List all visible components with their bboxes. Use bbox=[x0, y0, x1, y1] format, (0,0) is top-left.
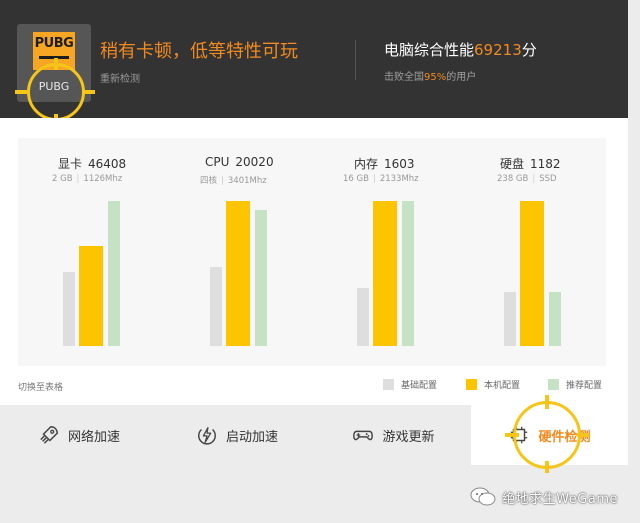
bar-recommended bbox=[108, 201, 120, 346]
hardware-spec-secondary: 3401Mhz bbox=[227, 176, 267, 186]
perf-sub-prefix: 击败全国 bbox=[384, 72, 424, 83]
hardware-chart: 显卡 46408 2 GB | 1126Mhz CPU 20020 四核 | 3401Mhz… bbox=[18, 138, 606, 366]
hardware-content: 显卡 46408 2 GB | 1126Mhz CPU 20020 四核 | 3401Mhz… bbox=[0, 118, 628, 405]
legend-label: 基础配置 bbox=[401, 381, 438, 391]
header: PUBG PUBG 稍有卡顿，低等特性可玩 重新检测 电脑综合性能69213分 … bbox=[0, 0, 628, 126]
recheck-link[interactable]: 重新检测 bbox=[100, 70, 140, 85]
hardware-name: 内存 1603 bbox=[354, 155, 415, 172]
perf-sub-pct: 95% bbox=[424, 72, 447, 83]
hardware-score: 20020 bbox=[235, 155, 274, 169]
bar-recommended bbox=[549, 292, 561, 346]
hardware-spec: 2 GB | 1126Mhz bbox=[52, 174, 123, 184]
performance-score: 电脑综合性能69213分 bbox=[384, 39, 537, 60]
hardware-score: 46408 bbox=[88, 157, 127, 171]
perf-sub-suffix: 的用户 bbox=[446, 72, 477, 83]
tab-label: 网络加速 bbox=[67, 429, 120, 445]
hardware-spec-secondary: 2133Mhz bbox=[379, 174, 419, 184]
perf-score-value: 69213 bbox=[474, 41, 522, 59]
bar-recommended bbox=[255, 210, 267, 346]
game-logo-text: PUBG bbox=[34, 36, 74, 51]
hardware-column-memory: 内存 1603 16 GB | 2133Mhz bbox=[312, 138, 459, 366]
watermark-text: 绝地求生WeGame bbox=[502, 491, 618, 507]
hardware-spec: 16 GB | 2133Mhz bbox=[343, 174, 419, 184]
hardware-label: 显卡 bbox=[58, 157, 83, 171]
hardware-score: 1603 bbox=[384, 157, 415, 171]
bar-base bbox=[504, 292, 516, 346]
wechat-icon bbox=[470, 487, 496, 506]
lightning-icon bbox=[198, 427, 216, 445]
gamepad-icon bbox=[353, 430, 374, 441]
legend-swatch bbox=[383, 379, 394, 390]
hardware-spec-secondary: 1126Mhz bbox=[83, 174, 123, 184]
legend-label: 推荐配置 bbox=[566, 381, 603, 391]
hardware-spec-primary: 16 GB bbox=[343, 174, 369, 184]
hardware-label: 内存 bbox=[354, 157, 379, 171]
hardware-spec-primary: 四核 bbox=[200, 176, 218, 186]
watermark: 绝地求生WeGame bbox=[470, 486, 618, 508]
bar-base bbox=[210, 267, 222, 346]
status-title: 稍有卡顿，低等特性可玩 bbox=[100, 41, 298, 62]
bar-base bbox=[63, 272, 75, 346]
perf-title-prefix: 电脑综合性能 bbox=[384, 41, 475, 59]
hardware-name: 硬盘 1182 bbox=[500, 155, 561, 172]
tab-label: 游戏更新 bbox=[382, 429, 435, 445]
performance-rank: 击败全国95%的用户 bbox=[384, 68, 476, 83]
bar-base bbox=[357, 288, 369, 346]
tab-label: 启动加速 bbox=[225, 429, 278, 445]
hardware-column-disk: 硬盘 1182 238 GB | SSD bbox=[459, 138, 606, 366]
hardware-label: CPU bbox=[205, 155, 230, 169]
hardware-column-gpu: 显卡 46408 2 GB | 1126Mhz bbox=[18, 138, 165, 366]
tab-network-boost[interactable]: 网络加速 bbox=[0, 405, 158, 465]
legend-swatch bbox=[466, 379, 477, 390]
hardware-spec: 238 GB | SSD bbox=[497, 174, 557, 184]
legend-swatch bbox=[548, 379, 559, 390]
perf-title-suffix: 分 bbox=[521, 41, 537, 59]
hardware-spec-primary: 238 GB bbox=[497, 174, 529, 184]
legend-recommended: 推荐配置 bbox=[548, 378, 602, 392]
tab-startup-boost[interactable]: 启动加速 bbox=[158, 405, 316, 465]
bottom-tab-bar: 网络加速 启动加速 游戏更新 硬件检测 bbox=[0, 395, 628, 473]
bar-recommended bbox=[402, 201, 414, 346]
hardware-score: 1182 bbox=[530, 157, 561, 171]
legend-label: 本机配置 bbox=[484, 381, 521, 391]
bar-local bbox=[373, 201, 397, 346]
hardware-name: CPU 20020 bbox=[205, 155, 274, 169]
bar-local bbox=[79, 246, 103, 346]
legend-base: 基础配置 bbox=[383, 378, 437, 392]
bar-local bbox=[226, 201, 250, 346]
hardware-label: 硬盘 bbox=[500, 157, 525, 171]
divider bbox=[355, 40, 356, 80]
hardware-spec-secondary: SSD bbox=[539, 174, 557, 184]
rocket-icon bbox=[40, 426, 58, 444]
switch-to-table-link[interactable]: 切换至表格 bbox=[18, 380, 63, 393]
hardware-spec-primary: 2 GB bbox=[52, 174, 73, 184]
hardware-spec: 四核 | 3401Mhz bbox=[200, 176, 267, 186]
hardware-column-cpu: CPU 20020 四核 | 3401Mhz bbox=[165, 138, 312, 366]
bar-local bbox=[520, 201, 544, 346]
tab-game-update[interactable]: 游戏更新 bbox=[316, 405, 471, 465]
legend-local: 本机配置 bbox=[466, 378, 520, 392]
hardware-name: 显卡 46408 bbox=[58, 155, 126, 172]
